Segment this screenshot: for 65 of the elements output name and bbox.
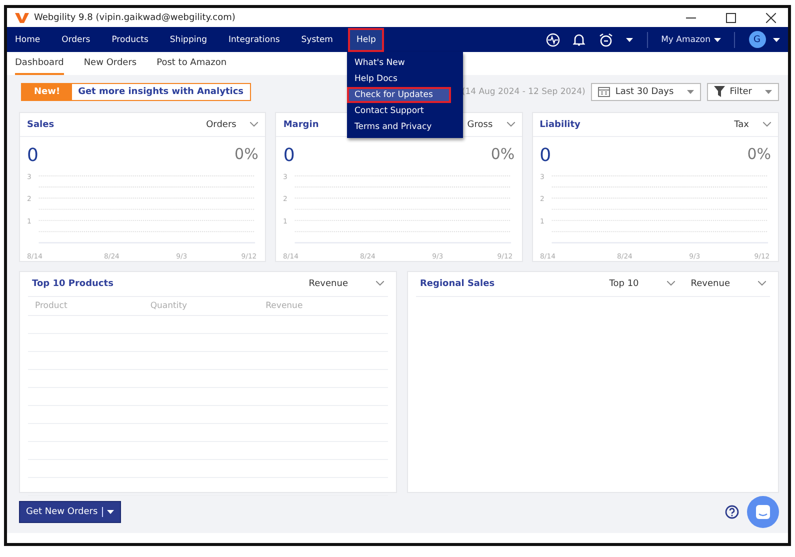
get-orders-button[interactable]: Get New Orders xyxy=(19,500,121,523)
nav-item[interactable]: Help xyxy=(350,30,382,50)
metric-dropdown[interactable]: Revenue xyxy=(690,278,766,289)
caret-icon[interactable] xyxy=(773,38,780,42)
nav-item[interactable]: Home xyxy=(11,30,44,49)
caret-icon[interactable] xyxy=(626,38,634,42)
chevron-down-icon xyxy=(250,122,258,128)
panel-title: Top 10 Products xyxy=(32,278,114,289)
card-title: Margin xyxy=(283,120,319,130)
filter-button[interactable]: Filter xyxy=(706,82,779,101)
card-title: Sales xyxy=(27,120,54,130)
column-header: Product xyxy=(35,300,68,311)
chevron-down-icon xyxy=(762,122,771,128)
metric-dropdown[interactable]: Revenue xyxy=(308,278,384,289)
metric-dropdown[interactable]: Gross xyxy=(467,120,515,130)
analytics-banner[interactable]: New! Get more insights with Analytics xyxy=(21,82,251,101)
change-percent: 0% xyxy=(490,145,515,166)
nav-item[interactable]: Shipping xyxy=(166,30,211,49)
chat-icon[interactable] xyxy=(747,496,779,528)
tab[interactable]: New Orders xyxy=(84,52,137,75)
nav-item[interactable]: System xyxy=(297,30,337,49)
caret-icon xyxy=(686,90,694,94)
alarm-clock-icon[interactable] xyxy=(598,32,613,47)
filter-icon xyxy=(714,86,725,98)
chevron-down-icon xyxy=(376,281,384,286)
change-percent: 0% xyxy=(234,145,258,166)
help-icon[interactable] xyxy=(725,504,739,519)
caret-icon xyxy=(106,510,114,514)
nav-item[interactable]: Integrations xyxy=(224,30,284,49)
tab[interactable]: Post to Amazon xyxy=(156,52,227,75)
column-header: Quantity xyxy=(150,300,188,311)
menu-item[interactable]: Terms and Privacy xyxy=(347,118,464,135)
metric-value: 0 xyxy=(27,145,38,166)
chevron-down-icon xyxy=(506,122,515,128)
menu-item[interactable]: Contact Support xyxy=(347,102,464,119)
menu-item[interactable]: Help Docs xyxy=(347,70,464,87)
activity-icon[interactable] xyxy=(546,32,560,47)
banner-link[interactable]: Get more insights with Analytics xyxy=(72,84,250,100)
menu-item[interactable]: What's New xyxy=(347,54,464,71)
account-dropdown[interactable]: My Amazon xyxy=(661,34,720,45)
nav-item[interactable]: Products xyxy=(108,30,152,49)
calendar-icon xyxy=(598,86,610,98)
metric-dropdown[interactable]: Tax xyxy=(734,120,771,130)
close-icon[interactable] xyxy=(766,12,776,23)
change-percent: 0% xyxy=(747,145,771,166)
app-logo-icon xyxy=(15,12,29,24)
nav-item[interactable]: Orders xyxy=(58,30,94,49)
caret-icon xyxy=(765,90,772,94)
panel-title: Regional Sales xyxy=(420,278,495,289)
column-header: Revenue xyxy=(266,300,304,311)
new-badge: New! xyxy=(22,84,72,100)
period-dropdown[interactable]: Last 30 Days xyxy=(591,82,701,101)
window-title: Webgility 9.8 (vipin.gaikwad@webgility.com) xyxy=(34,12,236,23)
chevron-down-icon xyxy=(758,281,766,286)
card-title: Liability xyxy=(540,120,580,130)
bell-icon[interactable] xyxy=(573,32,586,47)
metric-value: 0 xyxy=(283,145,295,166)
chevron-down-icon xyxy=(666,281,675,286)
menu-item[interactable]: Check for Updates xyxy=(347,86,452,103)
scope-dropdown[interactable]: Top 10 xyxy=(609,278,675,289)
caret-icon xyxy=(714,38,720,42)
metric-value: 0 xyxy=(540,145,552,166)
avatar[interactable]: G xyxy=(748,31,766,48)
metric-dropdown[interactable]: Orders xyxy=(206,120,258,130)
maximize-icon[interactable] xyxy=(726,12,736,23)
